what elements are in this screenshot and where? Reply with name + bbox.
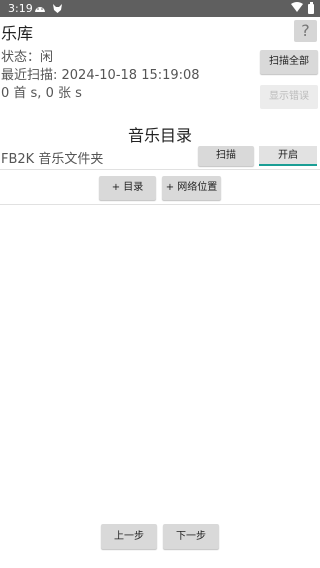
status-text: 状态：闲: [1, 50, 54, 65]
android-icon: [34, 3, 46, 16]
page-title: 乐库: [1, 24, 34, 43]
folder-scan-button[interactable]: 扫描: [198, 146, 254, 166]
divider-bottom: [0, 204, 320, 205]
add-directory-button[interactable]: + 目录: [99, 176, 156, 200]
folder-name: FB2K 音乐文件夹: [1, 152, 104, 167]
battery-icon: [308, 1, 314, 14]
music-dirs-title: 音乐目录: [127, 126, 192, 145]
divider-top: [0, 169, 320, 170]
last-scan-text: 最近扫描: 2024-10-18 15:19:08: [1, 68, 200, 83]
show-errors-button[interactable]: 显示错误: [260, 85, 318, 109]
previous-step-button[interactable]: 上一步: [101, 524, 157, 549]
status-bar: 3:19: [0, 0, 320, 17]
help-button[interactable]: ?: [294, 20, 317, 42]
status-time: 3:19: [8, 2, 33, 15]
folder-enable-toggle[interactable]: 开启: [259, 146, 317, 166]
fox-icon: [52, 3, 63, 17]
wifi-icon: [291, 2, 303, 15]
scan-all-button[interactable]: 扫描全部: [260, 50, 318, 74]
next-step-button[interactable]: 下一步: [163, 524, 219, 549]
add-network-location-button[interactable]: + 网络位置: [162, 176, 221, 200]
counts-text: 0 首 s, 0 张 s: [1, 86, 82, 101]
